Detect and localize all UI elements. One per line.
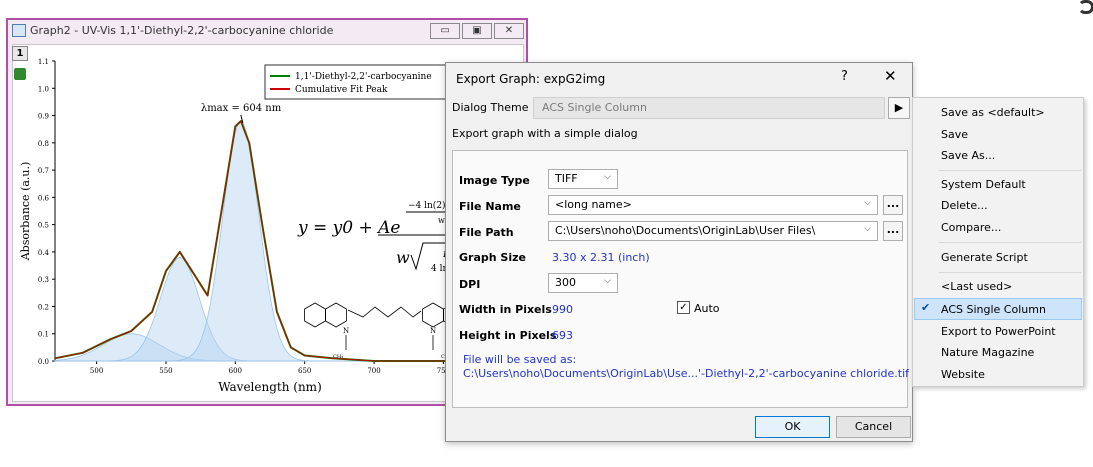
x-axis-label: Wavelength (nm) xyxy=(218,380,322,394)
y-tick-label: 0.2 xyxy=(38,303,49,311)
file-name-label: File Name xyxy=(459,200,521,213)
file-name-input[interactable]: <long name> ⌵ xyxy=(548,195,878,215)
y-tick-label: 0.3 xyxy=(38,276,49,284)
molecule-n-left: N xyxy=(343,327,349,335)
width-in-pixels-label: Width in Pixels xyxy=(459,303,552,316)
fit-peak-fill xyxy=(55,120,485,362)
close-button[interactable]: ✕ xyxy=(494,23,524,39)
height-in-pixels-label: Height in Pixels xyxy=(459,329,557,342)
height-in-pixels-value: 693 xyxy=(552,329,573,342)
chevron-down-icon: ⌵ xyxy=(604,172,611,182)
molecule-ring xyxy=(422,302,444,328)
settings-panel: Image Type TIFF ⌵ File Name <long name> ⌵ … xyxy=(452,150,910,408)
y-tick-label: 0.9 xyxy=(38,113,49,121)
file-path-input[interactable]: C:\Users\noho\Documents\OriginLab\User F… xyxy=(548,221,878,241)
menu-separator xyxy=(939,242,1081,243)
y-tick-label: 1.0 xyxy=(38,85,49,93)
close-icon[interactable]: ✕ xyxy=(884,67,897,85)
graph-window-icon xyxy=(12,24,26,37)
refresh-icon[interactable] xyxy=(1078,0,1093,14)
theme-context-menu[interactable]: ✔ Save as <default> Save Save As... Syst… xyxy=(912,97,1084,387)
help-button[interactable]: ? xyxy=(841,69,848,84)
file-path-browse-button[interactable]: ... xyxy=(883,221,903,241)
molecule-ring xyxy=(325,302,347,328)
menu-item-acs-single-column[interactable]: ACS Single Column xyxy=(941,303,1046,316)
minimize-button[interactable]: ▭ xyxy=(430,23,460,39)
menu-item-save-as[interactable]: Save As... xyxy=(941,149,995,162)
chevron-down-icon: ⌵ xyxy=(604,276,611,286)
legend-label: 1,1'-Diethyl-2,2'-carbocyanine xyxy=(295,72,432,82)
check-icon: ✔ xyxy=(921,301,931,314)
save-location-caption: File will be saved as: xyxy=(463,353,577,366)
menu-item-last-used[interactable]: <Last used> xyxy=(941,280,1012,293)
dialog-description: Export graph with a simple dialog xyxy=(452,127,638,140)
dpi-label: DPI xyxy=(459,278,481,291)
theme-menu-arrow-icon[interactable]: ▶ xyxy=(888,97,910,119)
image-type-label: Image Type xyxy=(459,174,530,187)
dpi-value: 300 xyxy=(555,276,576,289)
graph-titlebar[interactable]: Graph2 - UV-Vis 1,1'-Diethyl-2,2'-carboc… xyxy=(8,20,526,42)
maximize-button[interactable]: ▣ xyxy=(462,23,492,39)
molecule-n-right: N xyxy=(430,327,436,335)
menu-item-save[interactable]: Save xyxy=(941,128,968,141)
menu-separator xyxy=(939,272,1081,273)
x-tick-label: 650 xyxy=(298,367,311,375)
formula-w: w xyxy=(396,248,410,267)
auto-label: Auto xyxy=(694,302,720,315)
auto-checkbox[interactable]: ✓ xyxy=(677,301,690,314)
y-tick-label: 1.1 xyxy=(38,58,49,66)
y-tick-label: 0.5 xyxy=(38,222,49,230)
menu-item-nature-magazine[interactable]: Nature Magazine xyxy=(941,346,1034,359)
file-name-value: <long name> xyxy=(555,198,632,211)
graph-size-value: 3.30 x 2.31 (inch) xyxy=(552,251,650,264)
dpi-select[interactable]: 300 ⌵ xyxy=(548,273,618,293)
y-tick-label: 0.6 xyxy=(38,194,50,202)
y-tick-label: 0.7 xyxy=(38,167,49,175)
y-tick-label: 0.8 xyxy=(38,140,49,148)
file-path-label: File Path xyxy=(459,226,514,239)
file-path-value: C:\Users\noho\Documents\OriginLab\User F… xyxy=(555,224,816,237)
x-tick-label: 600 xyxy=(229,367,242,375)
width-in-pixels-value: 990 xyxy=(552,303,573,316)
graph-window-title: Graph2 - UV-Vis 1,1'-Diethyl-2,2'-carboc… xyxy=(30,24,334,37)
save-location-path: C:\Users\noho\Documents\OriginLab\Use...… xyxy=(463,367,910,380)
menu-item-compare[interactable]: Compare... xyxy=(941,221,1001,234)
y-tick-label: 0.4 xyxy=(38,249,50,257)
y-axis-label: Absorbance (a.u.) xyxy=(19,162,32,262)
y-tick-label: 0.1 xyxy=(38,331,49,339)
menu-separator xyxy=(939,170,1081,171)
menu-item-delete[interactable]: Delete... xyxy=(941,199,988,212)
file-name-browse-button[interactable]: ... xyxy=(883,195,903,215)
ok-button[interactable]: OK xyxy=(755,416,830,438)
x-tick-label: 500 xyxy=(90,367,103,375)
export-graph-dialog[interactable]: Export Graph: expG2img ? ✕ Dialog Theme … xyxy=(445,62,913,442)
molecule-ch3-left: CH₃ xyxy=(333,354,343,360)
dialog-title: Export Graph: expG2img xyxy=(456,72,606,86)
molecule-chain xyxy=(347,306,422,318)
image-type-select[interactable]: TIFF ⌵ xyxy=(548,169,618,189)
chevron-down-icon: ⌵ xyxy=(864,198,871,208)
layer-tab[interactable]: 1 xyxy=(12,46,28,61)
chevron-down-icon: ⌵ xyxy=(864,224,871,234)
menu-item-website[interactable]: Website xyxy=(941,368,985,381)
dialog-theme-label: Dialog Theme xyxy=(452,101,529,114)
menu-item-save-as-default[interactable]: Save as <default> xyxy=(941,106,1045,119)
graph-size-label: Graph Size xyxy=(459,251,526,264)
lock-icon[interactable] xyxy=(14,68,26,80)
menu-item-export-to-powerpoint[interactable]: Export to PowerPoint xyxy=(941,325,1056,338)
x-tick-label: 700 xyxy=(367,367,380,375)
y-tick-label: 0.0 xyxy=(38,358,49,366)
dialog-theme-field[interactable]: ACS Single Column xyxy=(533,97,885,119)
legend-label: Cumulative Fit Peak xyxy=(295,85,388,95)
image-type-value: TIFF xyxy=(555,172,578,185)
lambda-max-annotation: λmax = 604 nm xyxy=(201,103,282,114)
molecule-ring xyxy=(304,302,326,328)
menu-item-system-default[interactable]: System Default xyxy=(941,178,1026,191)
x-tick-label: 550 xyxy=(159,367,172,375)
cancel-button[interactable]: Cancel xyxy=(836,416,911,438)
menu-item-generate-script[interactable]: Generate Script xyxy=(941,251,1028,264)
